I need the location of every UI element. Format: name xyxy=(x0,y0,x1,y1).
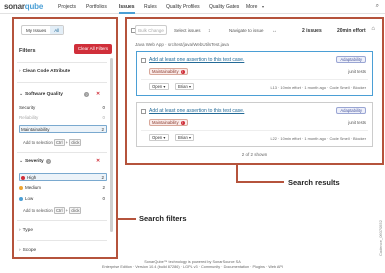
callout-connector xyxy=(236,181,284,183)
footer-version-links[interactable]: Enterprise Edition · Version 10.4 (build… xyxy=(0,265,385,270)
nav-portfolios[interactable]: Portfolios xyxy=(86,4,107,10)
search-results-callout-frame xyxy=(125,17,384,165)
callout-connector xyxy=(118,218,136,220)
nav-quality-gates[interactable]: Quality Gates xyxy=(209,4,239,10)
sonarqube-logo[interactable]: sonarqube xyxy=(4,2,43,11)
nav-issues[interactable]: Issues xyxy=(119,4,135,10)
nav-quality-profiles[interactable]: Quality Profiles xyxy=(166,4,200,10)
search-icon[interactable]: ⌕ xyxy=(376,3,379,10)
search-filters-callout-frame xyxy=(12,17,118,259)
logo-text-accent: qube xyxy=(24,2,44,11)
page-footer: SonarQube™ technology is powered by Sona… xyxy=(0,258,385,273)
chevron-down-icon[interactable]: ▾ xyxy=(262,4,264,9)
figure-id: Cadence_06070552 xyxy=(378,220,383,257)
active-tab-indicator xyxy=(119,12,135,14)
search-filters-label: Search filters xyxy=(139,214,187,223)
nav-rules[interactable]: Rules xyxy=(144,4,157,10)
callout-connector xyxy=(236,165,238,182)
top-navigation: sonarqube Projects Portfolios Issues Rul… xyxy=(0,0,385,14)
nav-projects[interactable]: Projects xyxy=(58,4,76,10)
nav-more[interactable]: More xyxy=(246,4,257,10)
logo-text: sonar xyxy=(4,2,25,11)
search-results-label: Search results xyxy=(288,178,340,187)
